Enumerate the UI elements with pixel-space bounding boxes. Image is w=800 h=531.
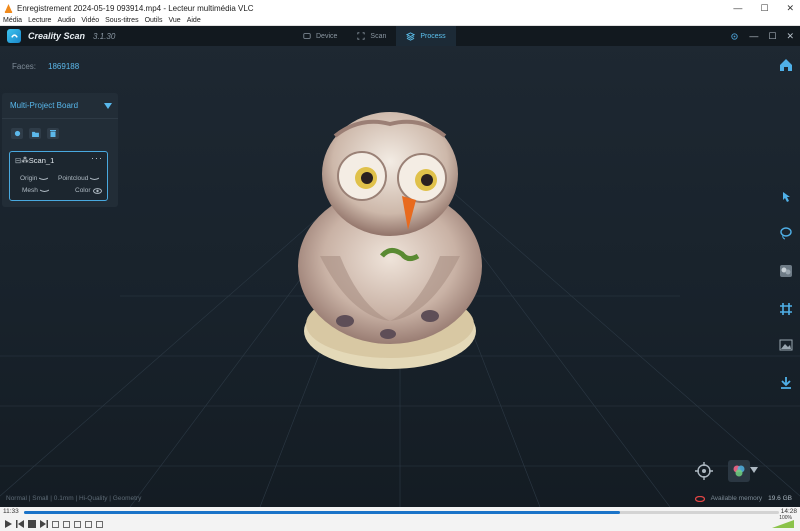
mode-tabs: Device Scan Process xyxy=(293,26,456,46)
more-options-icon[interactable]: ··· xyxy=(91,153,103,163)
right-toolbar xyxy=(772,46,800,507)
menu-subtitles[interactable]: Sous-titres xyxy=(105,17,138,24)
owl-3d-model[interactable] xyxy=(290,106,490,376)
pointer-icon[interactable] xyxy=(779,190,793,204)
chevron-down-icon[interactable] xyxy=(104,102,112,109)
scan-item[interactable]: ⊟⁂Scan_1 ··· Origin Pointcloud Mesh Colo… xyxy=(9,151,108,201)
vlc-menu-bar: Média Lecture Audio Vidéo Sous-titres Ou… xyxy=(0,16,800,26)
settings-gear-icon[interactable] xyxy=(730,32,739,41)
device-icon xyxy=(303,33,311,39)
memory-status: Available memory 19.6 GB xyxy=(694,495,792,502)
view-controls xyxy=(694,460,750,482)
play-icon[interactable] xyxy=(4,520,12,528)
memory-icon xyxy=(694,495,705,502)
menu-tools[interactable]: Outils xyxy=(145,17,163,24)
app-close-icon[interactable]: ✕ xyxy=(786,31,794,42)
download-icon[interactable] xyxy=(779,376,793,390)
vlc-controls: 100% xyxy=(0,515,800,531)
globe-icon xyxy=(14,130,20,137)
scan-name: Scan_1 xyxy=(28,156,55,165)
scan-settings-info: Normal | Small | 0.1mm | Hi-Quality | Ge… xyxy=(6,495,142,502)
app-minimize-icon[interactable]: — xyxy=(749,31,758,41)
menu-audio[interactable]: Audio xyxy=(57,17,75,24)
lasso-icon[interactable] xyxy=(779,226,793,240)
toggle-mesh[interactable]: Mesh xyxy=(22,187,49,194)
home-icon[interactable] xyxy=(779,58,793,72)
volume-value: 100% xyxy=(779,515,792,521)
playlist-icon[interactable] xyxy=(74,520,81,528)
panel-header[interactable]: Multi-Project Board xyxy=(2,93,118,119)
view-dropdown-icon[interactable] xyxy=(750,467,758,473)
eye-closed-icon xyxy=(39,189,49,192)
next-icon[interactable] xyxy=(40,520,48,528)
vlc-title-bar: Enregistrement 2024-05-19 093914.mp4 - L… xyxy=(0,0,800,16)
open-folder-button[interactable] xyxy=(29,128,41,139)
window-controls: — ☐ ✕ xyxy=(733,0,794,16)
toggle-color[interactable]: Color xyxy=(75,187,102,194)
menu-lecture[interactable]: Lecture xyxy=(28,17,51,24)
eye-open-icon xyxy=(92,187,102,194)
shuffle-icon[interactable] xyxy=(96,520,103,528)
minimize-icon[interactable]: — xyxy=(733,3,742,13)
seek-slider[interactable] xyxy=(24,511,779,514)
target-icon[interactable] xyxy=(694,461,714,481)
memory-value: 19.6 GB xyxy=(768,495,792,502)
menu-help[interactable]: Aide xyxy=(187,17,201,24)
toggle-pointcloud[interactable]: Pointcloud xyxy=(58,175,100,182)
faces-counter: Faces: 1869188 xyxy=(12,62,80,71)
multi-project-board: Multi-Project Board ⊟⁂Scan_1 ··· Origin … xyxy=(2,93,118,207)
grid-crop-icon[interactable] xyxy=(779,302,793,316)
time-total: 14:28 xyxy=(780,508,797,515)
folder-icon xyxy=(31,131,39,137)
time-current: 11:33 xyxy=(3,508,19,515)
add-project-button[interactable] xyxy=(11,128,23,139)
maximize-icon[interactable]: ☐ xyxy=(760,3,768,14)
app-header: Creality Scan 3.1.30 Device Scan Process… xyxy=(0,26,800,46)
eye-closed-icon xyxy=(39,177,49,180)
scan-icon xyxy=(357,32,366,40)
menu-video[interactable]: Vidéo xyxy=(81,17,99,24)
memory-label: Available memory xyxy=(710,495,763,502)
app-window-controls: — ☐ ✕ xyxy=(730,26,794,46)
window-title: Enregistrement 2024-05-19 093914.mp4 - L… xyxy=(17,3,254,13)
menu-media[interactable]: Média xyxy=(3,17,22,24)
texture-icon[interactable] xyxy=(779,264,793,278)
creality-app: Creality Scan 3.1.30 Device Scan Process… xyxy=(0,26,800,507)
app-name: Creality Scan xyxy=(28,31,86,41)
menu-view[interactable]: Vue xyxy=(169,17,181,24)
volume-slider[interactable] xyxy=(772,520,794,528)
previous-icon[interactable] xyxy=(16,520,24,528)
seek-progress xyxy=(24,511,621,514)
toggle-origin[interactable]: Origin xyxy=(20,175,49,182)
stop-icon[interactable] xyxy=(28,520,36,528)
app-version: 3.1.30 xyxy=(93,31,116,41)
eye-closed-icon xyxy=(90,177,100,180)
close-icon[interactable]: ✕ xyxy=(786,3,794,14)
panel-toolbar xyxy=(2,119,118,139)
scan-group-icon: ⁂ xyxy=(21,156,29,165)
fullscreen-icon[interactable] xyxy=(52,520,59,528)
tab-scan[interactable]: Scan xyxy=(347,26,396,46)
palette-icon xyxy=(733,465,745,477)
layers-icon xyxy=(406,31,416,41)
panel-title: Multi-Project Board xyxy=(10,101,79,110)
tab-device[interactable]: Device xyxy=(293,26,347,46)
tab-process[interactable]: Process xyxy=(396,26,456,46)
faces-value: 1869188 xyxy=(48,62,80,71)
extended-settings-icon[interactable] xyxy=(63,520,70,528)
scan-name-row: ⊟⁂Scan_1 xyxy=(15,156,54,165)
loop-icon[interactable] xyxy=(85,520,92,528)
image-icon[interactable] xyxy=(779,338,793,352)
vlc-seek-row: 11:33 14:28 xyxy=(0,507,800,517)
creality-logo-icon xyxy=(7,29,21,43)
vlc-cone-icon xyxy=(4,3,13,13)
trash-icon xyxy=(50,130,56,137)
color-mode-button[interactable] xyxy=(728,460,750,482)
delete-button[interactable] xyxy=(47,128,59,139)
app-maximize-icon[interactable]: ☐ xyxy=(768,31,776,42)
